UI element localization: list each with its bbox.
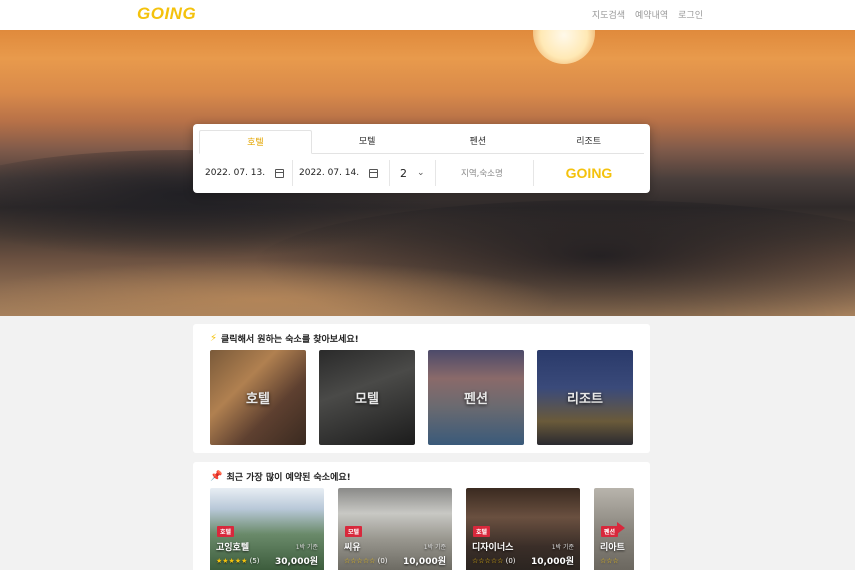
listing-card[interactable]: 호텔 디자이너스 1박 기준 ☆☆☆☆☆ (0) 10,000원	[466, 488, 580, 570]
listing-name: 고잉호텔	[216, 543, 250, 553]
listing-badge: 호텔	[217, 526, 235, 537]
rating-stars: ★★★★★ (5)	[216, 557, 260, 565]
rating-stars: ☆☆☆	[600, 557, 619, 565]
category-card-hotel[interactable]: 호텔	[210, 350, 306, 445]
category-section-title: 클릭해서 원하는 숙소를 찾아보세요!	[221, 335, 359, 345]
checkout-date-field[interactable]: 2022. 07. 14.	[299, 158, 359, 188]
nav-map-search[interactable]: 지도검색	[592, 8, 625, 21]
listing-name: 씨유	[344, 543, 361, 553]
pushpin-icon: 📌	[210, 471, 223, 482]
top-header: GOING 지도검색 예약내역 로그인	[0, 0, 855, 30]
calendar-icon[interactable]	[369, 169, 378, 178]
sun-graphic	[533, 30, 595, 64]
listing-unit: 1박 기준	[295, 544, 318, 551]
tab-hotel[interactable]: 호텔	[199, 130, 312, 154]
listing-name: 디자이너스	[472, 543, 514, 553]
listing-card[interactable]: 펜션 리아트 ☆☆☆	[594, 488, 634, 570]
listing-price: 30,000원	[274, 557, 318, 567]
category-card-resort[interactable]: 리조트	[537, 350, 633, 445]
search-panel: 호텔 모텔 펜션 리조트 2022. 07. 13. 2022. 07. 14.…	[193, 124, 650, 193]
category-card-pension[interactable]: 펜션	[428, 350, 524, 445]
category-card-motel[interactable]: 모텔	[319, 350, 415, 445]
category-tabs: 호텔 모텔 펜션 리조트	[199, 130, 644, 154]
popular-section-title: 최근 가장 많이 예약된 숙소에요!	[226, 473, 351, 483]
listing-price: 10,000원	[530, 557, 574, 567]
top-nav: 지도검색 예약내역 로그인	[592, 8, 703, 21]
listing-price: 10,000원	[402, 557, 446, 567]
nav-login[interactable]: 로그인	[678, 8, 703, 21]
listing-card[interactable]: 호텔 고잉호텔 1박 기준 ★★★★★ (5) 30,000원	[210, 488, 324, 570]
search-row: 2022. 07. 13. 2022. 07. 14. 2 ⌄ 지역,숙소명 G…	[193, 158, 650, 188]
chevron-down-icon[interactable]: ⌄	[417, 158, 425, 188]
tab-resort[interactable]: 리조트	[533, 130, 644, 153]
rating-stars: ☆☆☆☆☆ (0)	[472, 557, 516, 565]
calendar-icon[interactable]	[275, 169, 284, 178]
keyword-input[interactable]: 지역,숙소명	[461, 158, 503, 188]
listing-badge: 모텔	[345, 526, 363, 537]
logo[interactable]: GOING	[137, 4, 196, 24]
carousel-next-arrow-icon[interactable]	[617, 522, 625, 534]
listing-name: 리아트	[600, 543, 625, 553]
tab-motel[interactable]: 모텔	[312, 130, 423, 153]
listing-badge: 호텔	[473, 526, 491, 537]
listing-badge: 펜션	[601, 526, 619, 537]
tab-pension[interactable]: 펜션	[423, 130, 534, 153]
lightning-icon: ⚡	[210, 333, 218, 344]
checkin-date-field[interactable]: 2022. 07. 13.	[205, 158, 265, 188]
rating-stars: ☆☆☆☆☆ (0)	[344, 557, 388, 565]
listing-card[interactable]: 모텔 씨유 1박 기준 ☆☆☆☆☆ (0) 10,000원	[338, 488, 452, 570]
going-search-button[interactable]: GOING	[535, 158, 643, 188]
guest-count-select[interactable]: 2	[400, 158, 407, 188]
category-section: ⚡ 클릭해서 원하는 숙소를 찾아보세요! 호텔 모텔 펜션 리조트	[193, 324, 650, 453]
listing-unit: 1박 기준	[551, 544, 574, 551]
popular-section: 📌 최근 가장 많이 예약된 숙소에요! 호텔 고잉호텔 1박 기준 ★★★★★…	[193, 462, 650, 570]
listing-unit: 1박 기준	[423, 544, 446, 551]
nav-reservations[interactable]: 예약내역	[635, 8, 668, 21]
